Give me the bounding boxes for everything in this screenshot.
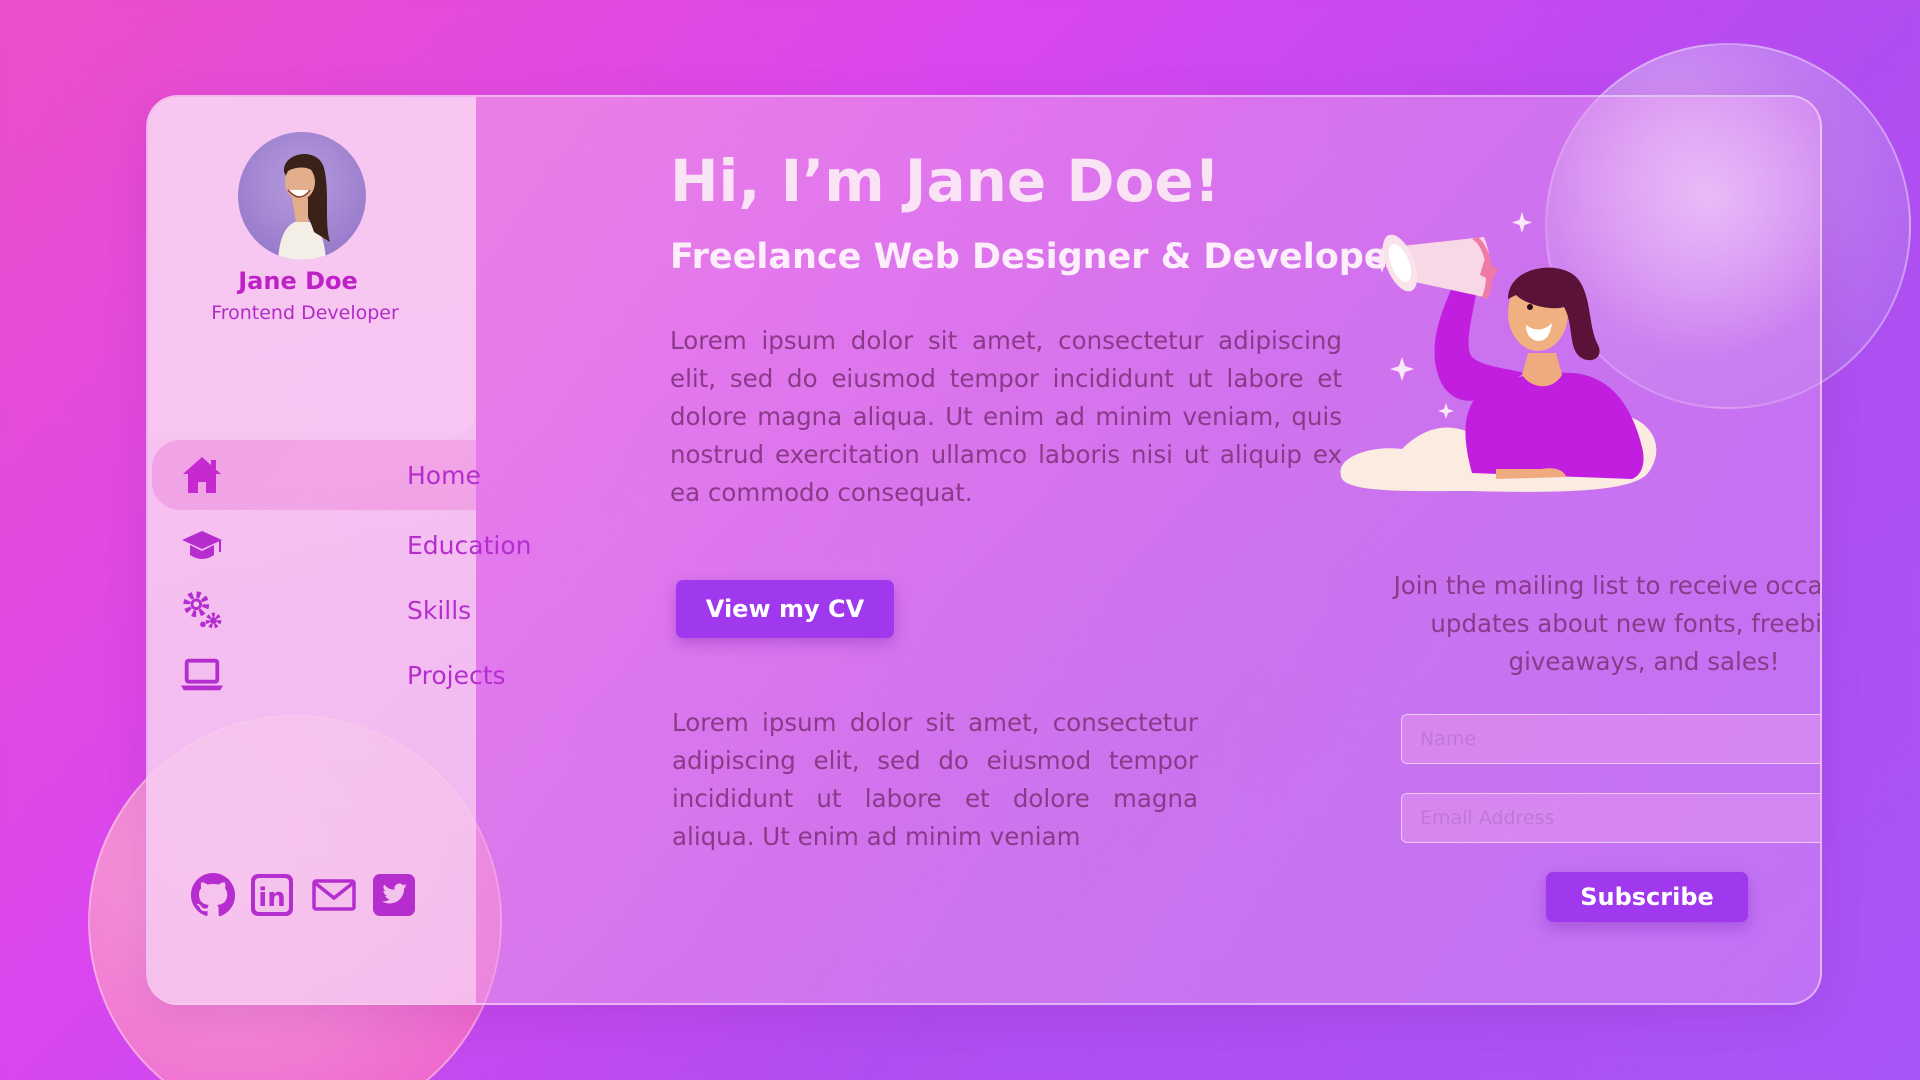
secondary-paragraph: Lorem ipsum dolor sit amet, consectetur … — [672, 708, 1198, 851]
main-content: Hi, I’m Jane Doe! Freelance Web Designer… — [476, 97, 1820, 1003]
view-cv-button[interactable]: View my CV — [676, 580, 894, 638]
github-link[interactable] — [190, 872, 236, 918]
sidebar-item-home[interactable]: Home — [152, 440, 481, 510]
github-icon — [190, 872, 236, 917]
sidebar: Jane Doe Frontend Developer Home Educati… — [148, 97, 531, 1003]
sidebar-item-education[interactable]: Education — [152, 510, 531, 580]
graduation-cap-icon — [180, 523, 224, 567]
email-link[interactable] — [311, 872, 357, 918]
sidebar-item-label: Skills — [407, 595, 472, 625]
intro-paragraph: Lorem ipsum dolor sit amet, consectetur … — [670, 326, 1342, 507]
name-field[interactable] — [1401, 714, 1820, 764]
subscribe-button[interactable]: Subscribe — [1546, 872, 1748, 922]
sidebar-item-label: Home — [407, 460, 481, 490]
linkedin-icon-text: in — [258, 883, 285, 913]
portfolio-card: Jane Doe Frontend Developer Home Educati… — [146, 95, 1822, 1005]
twitter-icon — [373, 874, 415, 916]
page-title: Hi, I’m Jane Doe! — [670, 147, 1221, 215]
person-photo-icon — [278, 154, 330, 260]
megaphone-illustration — [1312, 207, 1692, 501]
email-icon — [312, 879, 356, 911]
profile-name: Jane Doe — [238, 267, 358, 295]
email-field[interactable] — [1401, 793, 1820, 843]
sidebar-item-skills[interactable]: Skills — [152, 575, 476, 645]
avatar — [238, 132, 366, 260]
profile-panel: Jane Doe Frontend Developer — [148, 97, 476, 439]
laptop-icon — [180, 653, 224, 697]
mailing-list-text: Join the mailing list to receive occasio… — [1393, 571, 1822, 676]
linkedin-link[interactable]: in — [249, 872, 295, 918]
linkedin-icon: in — [251, 874, 293, 916]
profile-role: Frontend Developer — [211, 302, 399, 324]
woman-with-megaphone-icon — [1340, 212, 1657, 492]
twitter-link[interactable] — [371, 872, 417, 918]
home-icon — [180, 453, 224, 497]
page-subtitle: Freelance Web Designer & Developer — [670, 237, 1405, 277]
gears-icon — [180, 588, 224, 632]
sidebar-item-projects[interactable]: Projects — [152, 640, 506, 710]
